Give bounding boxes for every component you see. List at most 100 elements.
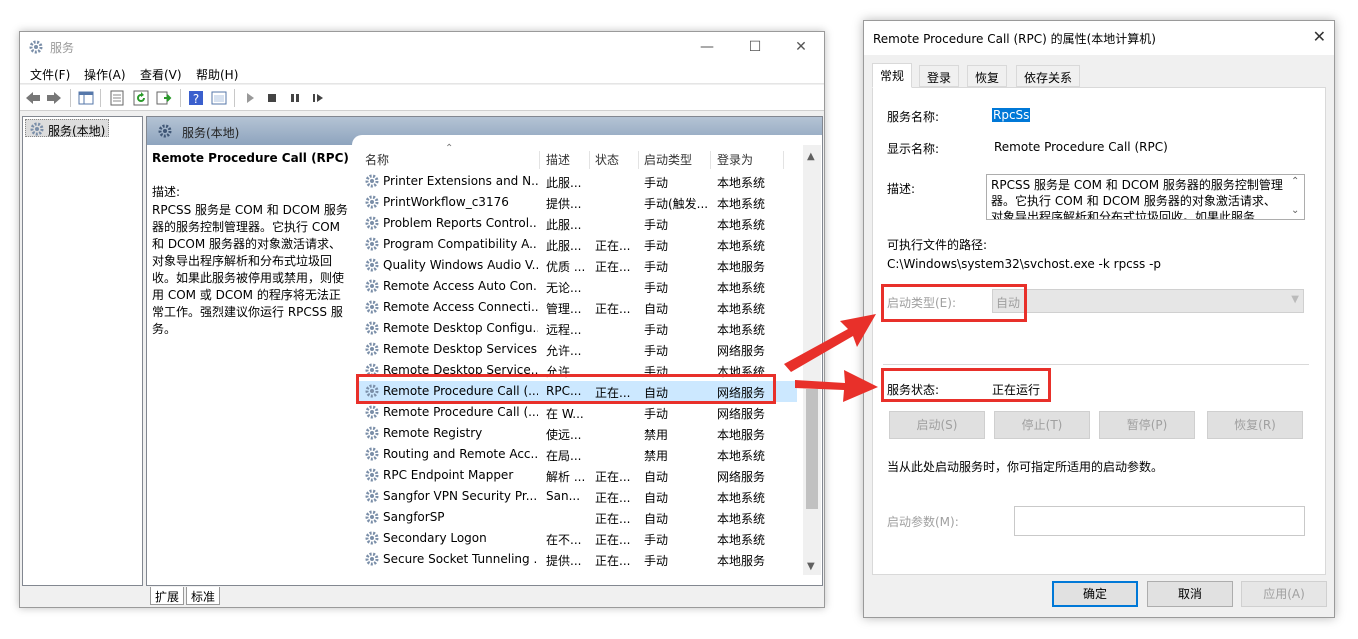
table-row[interactable]: Problem Reports Control... 此服... 手动 本地系统 [357,213,797,234]
toolbar: ? [20,85,824,111]
cell-status: 正在... [595,260,631,274]
cell-description: 管理... [546,302,582,316]
ok-button[interactable]: 确定 [1052,581,1138,607]
column-header-logon[interactable]: 登录为 [717,149,753,171]
cell-name: Secondary Logon [383,531,487,545]
help-icon[interactable]: ? [188,90,204,106]
maximize-icon[interactable]: ☐ [732,32,778,62]
scrollbar-thumb[interactable] [806,389,818,509]
service-name-value[interactable]: RpcSs [992,108,1031,122]
description-box[interactable]: RPCSS 服务是 COM 和 DCOM 服务器的服务控制管理器。它执行 COM… [986,174,1305,220]
properties-icon[interactable] [109,90,125,106]
cell-name: Program Compatibility A... [383,237,538,251]
pause-service-icon[interactable] [287,90,303,106]
menu-action[interactable]: 操作(A) [84,66,126,83]
column-header-startup-type[interactable]: 启动类型 [644,149,692,171]
cell-startup-type: 手动 [644,533,669,547]
table-row[interactable]: Printer Extensions and N... 此服... 手动 本地系统 [357,171,797,192]
service-gear-icon [365,195,379,209]
column-header-description[interactable]: 描述 [546,149,570,171]
divider [883,364,1309,365]
console-tree-icon[interactable] [78,90,94,106]
forward-arrow-icon[interactable] [46,90,62,106]
display-name-value[interactable]: Remote Procedure Call (RPC) [994,140,1168,154]
startup-type-select[interactable]: 自动 ▼ [992,289,1304,313]
start-params-input[interactable] [1014,506,1305,536]
tab-logon[interactable]: 登录 [919,65,960,87]
description-scrollbar[interactable]: ⌃ ⌄ [1288,175,1304,219]
cell-name: Remote Access Auto Con... [383,279,538,293]
table-row[interactable]: Remote Registry 使远... 禁用 本地服务 [357,423,797,444]
cell-startup-type: 自动 [644,470,669,484]
column-header-name[interactable]: 名称 [365,149,389,171]
selected-service-name: Remote Procedure Call (RPC) [152,151,349,165]
description-panel: Remote Procedure Call (RPC) 描述: RPCSS 服务… [152,151,352,338]
close-icon[interactable]: ✕ [778,32,824,62]
column-header-status[interactable]: 状态 [595,149,619,171]
cell-description: 无论... [546,281,582,295]
start-service-icon[interactable] [242,90,258,106]
services-pane: 服务(本地) Remote Procedure Call (RPC) 描述: R… [146,116,823,586]
menu-help[interactable]: 帮助(H) [196,66,238,83]
tab-general[interactable]: 常规 [872,63,913,88]
export-icon[interactable] [156,90,172,106]
cell-description: 此服... [546,176,582,190]
close-icon[interactable]: ✕ [1313,27,1326,46]
highlight-startup-type [881,284,1027,322]
table-row[interactable]: Program Compatibility A... 此服... 正在... 手动 本地… [357,234,797,255]
table-row[interactable]: Remote Access Auto Con... 无论... 手动 本地系统 [357,276,797,297]
vertical-scrollbar[interactable]: ▲ ▼ [803,145,821,575]
cancel-button[interactable]: 取消 [1147,581,1233,607]
scroll-down-icon[interactable]: ▼ [807,561,815,572]
table-row[interactable]: Quality Windows Audio V... 优质 ... 正在... 手动 本… [357,255,797,276]
pause-button[interactable]: 暂停(P) [1099,411,1195,439]
tab-dependencies[interactable]: 依存关系 [1016,65,1081,87]
highlight-service-status [881,368,1051,402]
console-tree: 服务(本地) [22,116,143,586]
table-row[interactable]: Remote Access Connecti... 管理... 正在... 自动 本地系… [357,297,797,318]
service-gear-icon [365,510,379,524]
table-row[interactable]: Sangfor VPN Security Pr... San... 正在... 自动 本… [357,486,797,507]
cell-status: 正在... [595,239,631,253]
resume-button[interactable]: 恢复(R) [1207,411,1303,439]
minimize-icon[interactable]: — [684,32,730,62]
back-arrow-icon[interactable] [25,90,41,106]
scroll-up-icon[interactable]: ▲ [807,151,815,162]
table-row[interactable]: Secure Socket Tunneling ... 提供... 正在... 手动 本… [357,549,797,570]
tab-recovery[interactable]: 恢复 [967,65,1008,87]
tree-item-services-local[interactable]: 服务(本地) [25,119,109,138]
refresh-icon[interactable] [133,90,149,106]
cell-description: 此服... [546,239,582,253]
table-row[interactable]: Routing and Remote Acc... 在局... 禁用 本地系统 [357,444,797,465]
table-row[interactable]: Remote Procedure Call (... 在 W... 手动 网络服务 [357,402,797,423]
description-box-text: RPCSS 服务是 COM 和 DCOM 服务器的服务控制管理器。它执行 COM… [991,178,1283,220]
cell-description: San... [546,489,581,503]
cell-name: Remote Registry [383,426,483,440]
cell-name: Sangfor VPN Security Pr... [383,489,538,503]
apply-button[interactable]: 应用(A) [1241,581,1327,607]
table-row[interactable]: SangforSP 正在... 自动 本地系统 [357,507,797,528]
column-separator [638,151,639,169]
menu-file[interactable]: 文件(F) [30,66,70,83]
table-row[interactable]: RPC Endpoint Mapper 解析 ... 正在... 自动 网络服务 [357,465,797,486]
cell-description: 使远... [546,428,582,442]
menu-view[interactable]: 查看(V) [140,66,182,83]
table-row[interactable]: Secondary Logon 在不... 正在... 手动 本地系统 [357,528,797,549]
tab-standard[interactable]: 标准 [186,587,221,605]
scroll-down-icon[interactable]: ⌄ [1291,205,1299,216]
start-button[interactable]: 启动(S) [889,411,985,439]
table-row[interactable]: Remote Desktop Configu... 远程... 手动 本地系统 [357,318,797,339]
services-titlebar: 服务 — ☐ ✕ [20,32,824,62]
cell-startup-type: 手动 [644,554,669,568]
stop-button[interactable]: 停止(T) [994,411,1090,439]
restart-service-icon[interactable] [310,90,326,106]
table-row[interactable]: PrintWorkflow_c3176 提供... 手动(触发... 本地系统 [357,192,797,213]
svg-text:?: ? [193,92,199,106]
scroll-up-icon[interactable]: ⌃ [1291,176,1299,187]
tab-extended[interactable]: 扩展 [150,587,185,605]
tree-item-label: 服务(本地) [48,124,106,138]
service-gear-icon [365,321,379,335]
table-row[interactable]: Remote Desktop Services 允许... 手动 网络服务 [357,339,797,360]
console-view-icon[interactable] [211,90,227,106]
stop-service-icon[interactable] [264,90,280,106]
